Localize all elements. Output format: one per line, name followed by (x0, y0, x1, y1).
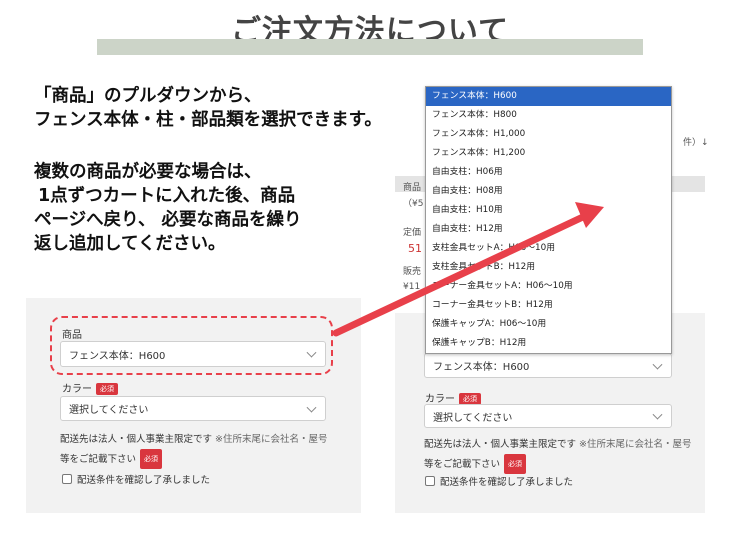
dropdown-option[interactable]: 自由支柱：H10用 (426, 201, 671, 220)
dropdown-option[interactable]: 保護キャップA：H06～10用 (426, 315, 671, 334)
color-select[interactable]: 選択してください (60, 396, 326, 421)
dropdown-option[interactable]: コーナー金具セットB：H12用 (426, 296, 671, 315)
agree-checkbox[interactable] (425, 476, 435, 486)
color-select-value: 選択してください (433, 412, 513, 424)
dropdown-option[interactable]: フェンス本体：H600 (426, 87, 671, 106)
shipping-note: 配送先は法人・個人事業主限定です ※住所末尾に会社名・屋号 等をご記載下さい 必須 (60, 431, 328, 469)
color-label-row: カラー 必須 (62, 380, 118, 395)
instruction-para-line: 1点ずつカートに入れた後、商品 (38, 186, 296, 206)
instruction-para-line: 複数の商品が必要な場合は、 (34, 162, 262, 182)
shipping-note-sub: ※住所末尾に会社名・屋号 (215, 434, 328, 445)
agree-checkbox[interactable] (62, 474, 72, 484)
required-badge: 必須 (140, 449, 163, 469)
agree-checkbox-row[interactable]: 配送条件を確認し了承しました (425, 474, 573, 488)
highlight-dashed-frame (50, 316, 333, 375)
instruction-block-2: 複数の商品が必要な場合は、 1点ずつカートに入れた後、商品 ページへ戻り、 必要… (34, 160, 302, 256)
shipping-note: 配送先は法人・個人事業主限定です ※住所末尾に会社名・屋号 等をご記載下さい 必須 (424, 436, 692, 474)
instruction-block-1: 「商品」のプルダウンから、 フェンス本体・柱・部品類を選択できます。 (34, 84, 382, 132)
color-label-row: カラー 必須 (425, 390, 481, 405)
agree-checkbox-row[interactable]: 配送条件を確認し了承しました (62, 472, 210, 486)
dropdown-option[interactable]: 支柱金具セットA：H06～10用 (426, 239, 671, 258)
required-badge: 必須 (96, 383, 118, 395)
dropdown-option[interactable]: フェンス本体：H800 (426, 106, 671, 125)
product-select-open[interactable]: フェンス本体：H600 (424, 353, 672, 378)
shipping-note-line2: 等をご記載下さい (424, 459, 501, 470)
dropdown-option[interactable]: 保護キャップB：H12用 (426, 334, 671, 353)
shipping-note-line2: 等をご記載下さい (60, 454, 137, 465)
yen-fragment: ¥11 (403, 282, 421, 292)
chevron-down-icon (652, 409, 663, 420)
agree-label: 配送条件を確認し了承しました (440, 477, 574, 488)
chevron-down-icon (306, 402, 317, 413)
agree-label: 配送条件を確認し了承しました (77, 475, 211, 486)
product-select-value: フェンス本体：H600 (433, 362, 530, 373)
dropdown-option[interactable]: フェンス本体：H1,000 (426, 125, 671, 144)
chevron-down-icon (652, 359, 663, 370)
instruction-para-line: 返し追加してください。 (34, 234, 226, 254)
sort-fragment: 件）↓ (683, 138, 709, 148)
dropdown-option[interactable]: 自由支柱：H08用 (426, 182, 671, 201)
shipping-note-line1: 配送先は法人・個人事業主限定です (60, 434, 213, 445)
color-select[interactable]: 選択してください (424, 404, 672, 428)
dropdown-option[interactable]: コーナー金具セットA：H06～10用 (426, 277, 671, 296)
instruction-para-line: ページへ戻り、 必要な商品を繰り (34, 210, 302, 230)
dropdown-option[interactable]: 自由支柱：H12用 (426, 220, 671, 239)
dropdown-option[interactable]: フェンス本体：H1,200 (426, 144, 671, 163)
price-fragment: 51 (408, 242, 422, 255)
product-fragment: 商品 (403, 183, 422, 193)
instruction-line-2: フェンス本体・柱・部品類を選択できます。 (34, 110, 382, 130)
required-badge: 必須 (504, 454, 527, 474)
dropdown-option[interactable]: 自由支柱：H06用 (426, 163, 671, 182)
product-dropdown-list: フェンス本体：H600 フェンス本体：H800 フェンス本体：H1,000 フェンス本… (425, 86, 672, 354)
shipping-note-line1: 配送先は法人・個人事業主限定です (424, 439, 577, 450)
list-price-fragment: 定価 (403, 228, 422, 238)
price-paren-fragment: （¥5 (403, 199, 424, 209)
instruction-line-1: 「商品」のプルダウンから、 (34, 86, 262, 106)
title-underline-bar (97, 39, 643, 55)
shipping-note-sub: ※住所末尾に会社名・屋号 (579, 439, 692, 450)
color-select-value: 選択してください (69, 405, 149, 416)
dropdown-option[interactable]: 支柱金具セットB：H12用 (426, 258, 671, 277)
color-label: カラー (62, 384, 92, 395)
sale-fragment: 販売 (403, 267, 422, 277)
